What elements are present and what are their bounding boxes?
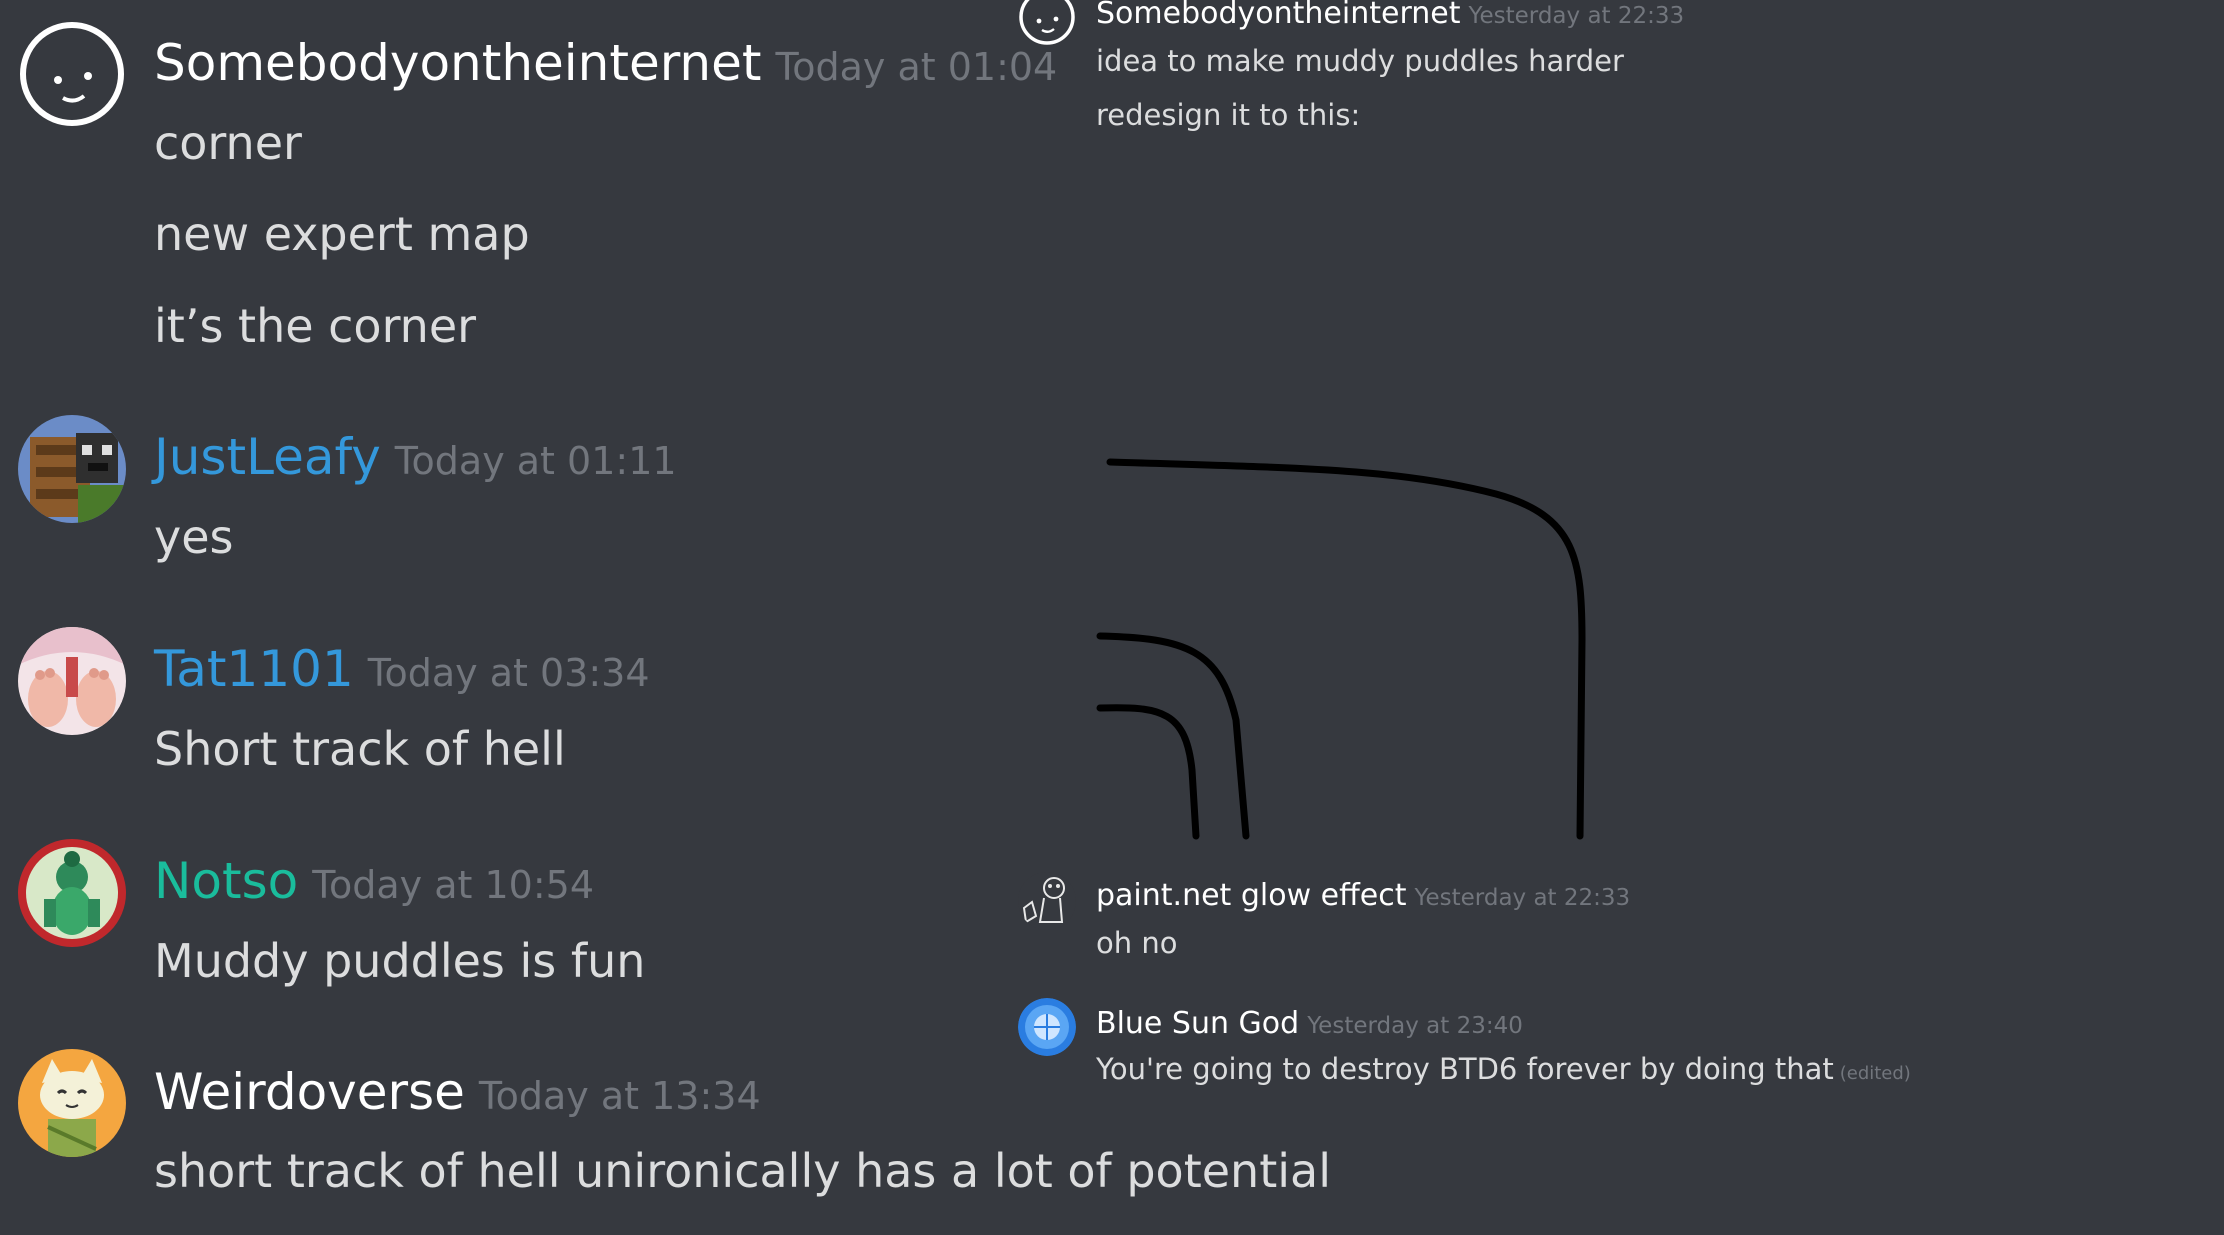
username[interactable]: Weirdoverse [154, 1063, 465, 1121]
username[interactable]: Notso [154, 852, 298, 910]
green-character-avatar-icon [18, 839, 126, 947]
cat-avatar-icon [18, 1049, 126, 1157]
edited-label: (edited) [1839, 1063, 1911, 1084]
avatar[interactable] [18, 839, 126, 947]
timestamp: Yesterday at 22:33 [1468, 3, 1685, 29]
username[interactable]: Tat1101 [154, 640, 354, 698]
message-text: corner [154, 116, 302, 170]
timestamp: Yesterday at 23:40 [1307, 1013, 1523, 1039]
message-text: idea to make muddy puddles harder [1096, 44, 1624, 78]
anime-character-avatar-icon [18, 627, 126, 735]
message-text: Short track of hell [154, 722, 566, 776]
username[interactable]: Somebodyontheinternet [154, 34, 761, 92]
avatar[interactable] [18, 415, 126, 523]
message-text: redesign it to this: [1096, 98, 1361, 132]
smiley-face-avatar-icon [18, 20, 126, 128]
message-text-content: You're going to destroy BTD6 forever by … [1096, 1052, 1834, 1086]
avatar[interactable] [1018, 998, 1076, 1056]
message-text: Muddy puddles is fun [154, 934, 646, 988]
message-text: it’s the corner [154, 299, 477, 353]
message-text: oh no [1096, 926, 1178, 960]
username[interactable]: JustLeafy [154, 428, 381, 486]
message-text: new expert map [154, 207, 530, 261]
username[interactable]: Somebodyontheinternet [1096, 0, 1460, 31]
avatar[interactable] [18, 627, 126, 735]
message-text: You're going to destroy BTD6 forever by … [1096, 1052, 1911, 1086]
timestamp: Today at 01:11 [394, 439, 677, 483]
avatar[interactable] [1018, 872, 1076, 930]
timestamp: Today at 01:04 [775, 45, 1058, 89]
image-attachment[interactable] [1096, 430, 1636, 844]
timestamp: Today at 03:34 [367, 651, 650, 695]
avatar[interactable] [18, 1049, 126, 1157]
sketch-character-avatar-icon [1018, 872, 1076, 930]
username[interactable]: paint.net glow effect [1096, 878, 1407, 913]
blue-globe-avatar-icon [1018, 998, 1076, 1056]
timestamp: Today at 13:34 [478, 1074, 761, 1118]
avatar[interactable] [18, 20, 126, 128]
message-text: yes [154, 510, 234, 564]
drawn-track-image [1096, 458, 1586, 840]
message-text: short track of hell unironically has a l… [154, 1144, 1331, 1198]
minecraft-block-avatar-icon [18, 415, 126, 523]
timestamp: Yesterday at 22:33 [1414, 885, 1631, 911]
username[interactable]: Blue Sun God [1096, 1006, 1299, 1041]
timestamp: Today at 10:54 [312, 863, 595, 907]
